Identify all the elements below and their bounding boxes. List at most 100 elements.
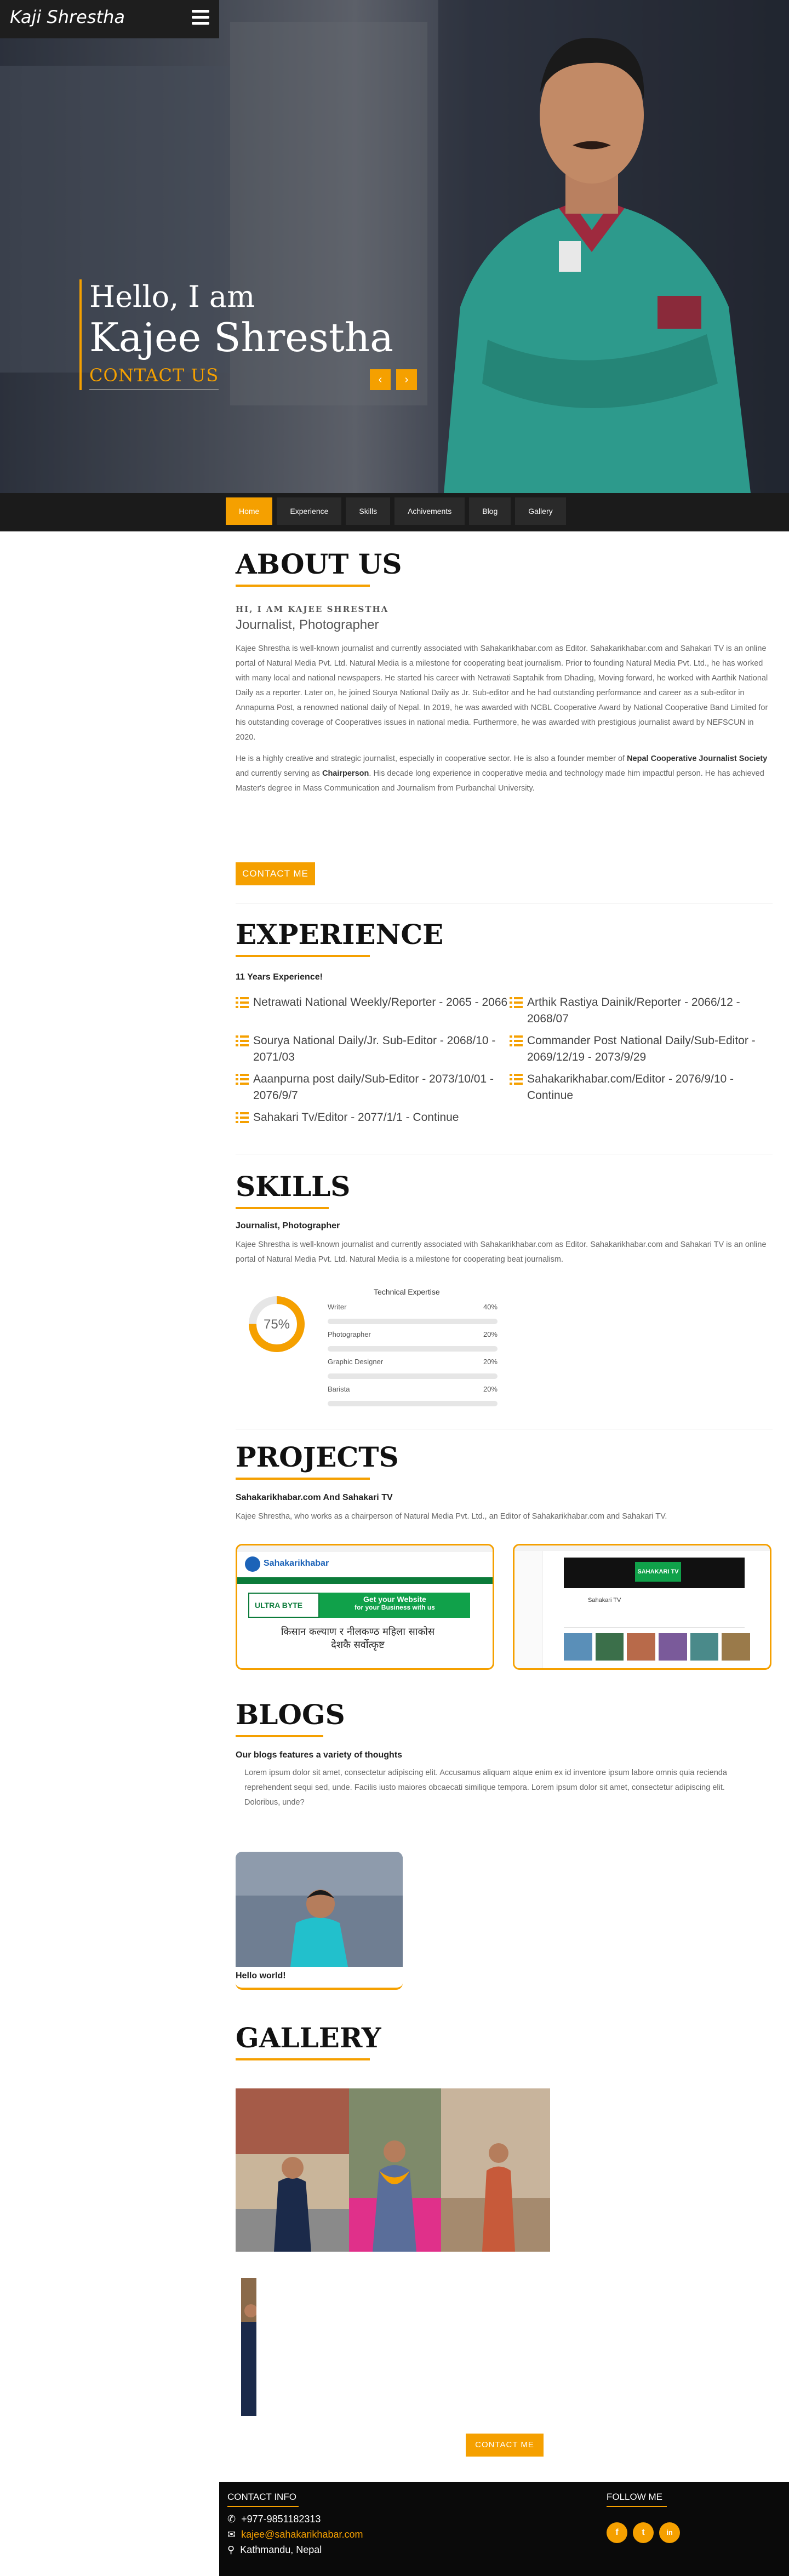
twitter-icon[interactable]: t — [633, 2522, 654, 2543]
skill-ring-chart: 75% — [249, 1296, 305, 1352]
skill-bar: Photographer 20% — [328, 1330, 498, 1352]
list-icon — [510, 1035, 523, 1046]
about-section: ABOUT US HI, I AM KAJEE SHRESTHA Journal… — [236, 548, 773, 796]
list-icon — [510, 997, 523, 1008]
contact-info-title: CONTACT INFO — [227, 2492, 296, 2502]
project-card-sahakarikhabar[interactable]: Sahakarikhabar ULTRA BYTE Get your Websi… — [236, 1544, 494, 1670]
follow-me-title: FOLLOW ME — [607, 2492, 663, 2502]
chevron-right-icon: › — [404, 374, 409, 386]
tv-logo: SAHAKARI TV — [635, 1562, 681, 1582]
gallery-contact-button[interactable]: CONTACT ME — [466, 2434, 544, 2457]
skills-role: Journalist, Photographer — [236, 1221, 340, 1230]
project-card-sahakari-tv[interactable]: SAHAKARI TV Sahakari TV — [513, 1544, 771, 1670]
blogs-text: Lorem ipsum dolor sit amet, consectetur … — [244, 1768, 727, 1807]
blogs-title: BLOGS — [236, 1698, 345, 1731]
gallery-photo-2 — [349, 2088, 441, 2252]
skill-bar: Writer 40% — [328, 1303, 498, 1324]
brand-bar: Kaji Shrestha — [0, 0, 219, 38]
list-icon — [236, 997, 249, 1008]
about-title: ABOUT US — [236, 548, 402, 580]
experience-list: Netrawati National Weekly/Reporter - 206… — [236, 994, 773, 1126]
menu-icon[interactable] — [192, 10, 209, 26]
projects-subtitle: Sahakarikhabar.com And Sahakari TV — [236, 1493, 393, 1502]
blog-post-title[interactable]: Hello world! — [236, 1971, 286, 1981]
footer: CONTACT INFO ✆ +977-9851182313 ✉ kajee@sah… — [219, 2482, 789, 2576]
footer-phone[interactable]: ✆ +977-9851182313 — [227, 2514, 321, 2525]
experience-years: 11 Years Experience! — [236, 972, 323, 982]
experience-item: Sahakari Tv/Editor - 2077/1/1 - Continue — [236, 1109, 510, 1126]
hero-text: Hello, I am Kajee Shrestha CONTACT US — [79, 279, 393, 390]
mail-icon: ✉ — [227, 2529, 236, 2540]
nav-gallery[interactable]: Gallery — [515, 497, 566, 525]
instagram-icon[interactable]: in — [659, 2522, 680, 2543]
hero-greeting: Hello, I am — [89, 279, 255, 314]
chevron-left-icon: ‹ — [378, 374, 382, 386]
experience-item: Sahakarikhabar.com/Editor - 2076/9/10 - … — [510, 1071, 773, 1104]
projects-underline — [236, 1478, 370, 1480]
hero-banner — [0, 0, 789, 493]
skills-underline — [236, 1207, 329, 1209]
gallery-photo-1 — [236, 2088, 349, 2252]
contact-me-button[interactable]: CONTACT ME — [236, 862, 315, 885]
facebook-icon[interactable]: f — [607, 2522, 627, 2543]
blogs-underline — [236, 1735, 323, 1737]
about-paragraph-1: Kajee Shrestha is well-known journalist … — [236, 644, 768, 742]
site-logo[interactable]: Kaji Shrestha — [10, 7, 125, 27]
hero-contact-link[interactable]: CONTACT US — [89, 365, 219, 390]
experience-section: EXPERIENCE 11 Years Experience! Netrawat… — [236, 918, 773, 1126]
nav-blog[interactable]: Blog — [469, 497, 511, 525]
tech-expertise-title: Technical Expertise — [374, 1287, 440, 1296]
headline-line-2: देशकै सर्वोत्कृष्ट — [331, 1639, 385, 1651]
contact-underline — [227, 2506, 299, 2507]
experience-item: Commander Post National Daily/Sub-Editor… — [510, 1033, 773, 1066]
follow-underline — [607, 2506, 667, 2507]
gallery-underline — [236, 2058, 370, 2060]
blogs-subtitle: Our blogs features a variety of thoughts — [236, 1750, 403, 1760]
nav-experience[interactable]: Experience — [277, 497, 342, 525]
footer-email[interactable]: ✉ kajee@sahakarikhabar.com — [227, 2529, 363, 2540]
phone-icon: ✆ — [227, 2514, 236, 2525]
list-icon — [236, 1035, 249, 1046]
blog-post-image — [236, 1852, 403, 1967]
about-role: Journalist, Photographer — [236, 617, 379, 632]
slider-prev-button[interactable]: ‹ — [370, 369, 391, 390]
section-nav-items: Home Experience Skills Achivements Blog … — [226, 497, 566, 525]
projects-title: PROJECTS — [236, 1441, 399, 1473]
ad-line-2: for your Business with us — [355, 1604, 435, 1611]
site-logo: Sahakarikhabar — [264, 1559, 329, 1568]
experience-item: Netrawati National Weekly/Reporter - 206… — [236, 994, 510, 1027]
experience-item: Aaanpurna post daily/Sub-Editor - 2073/1… — [236, 1071, 510, 1104]
gallery-photo-partial — [241, 2278, 256, 2416]
hero-name: Kajee Shrestha — [89, 314, 394, 360]
skills-text: Kajee Shrestha is well-known journalist … — [236, 1240, 767, 1264]
ad-line-1: Get your Website — [363, 1595, 426, 1604]
nav-home[interactable]: Home — [226, 497, 273, 525]
footer-address: ⚲ Kathmandu, Nepal — [227, 2544, 322, 2555]
gallery-section: GALLERY — [236, 2022, 773, 2060]
gallery-photo-3 — [441, 2088, 550, 2252]
experience-item: Sourya National Daily/Jr. Sub-Editor - 2… — [236, 1033, 510, 1066]
skills-title: SKILLS — [236, 1170, 351, 1203]
gallery-grid — [236, 2088, 550, 2252]
list-icon — [236, 1074, 249, 1085]
portrait-photo — [444, 38, 751, 493]
about-kicker: HI, I AM KAJEE SHRESTHA — [236, 604, 389, 614]
ad-brand: ULTRA BYTE — [248, 1593, 319, 1618]
slider-next-button[interactable]: › — [396, 369, 417, 390]
skill-bar: Barista 20% — [328, 1385, 498, 1406]
projects-section: PROJECTS Sahakarikhabar.com And Sahakari… — [236, 1441, 773, 1524]
experience-item: Arthik Rastiya Dainik/Reporter - 2066/12… — [510, 994, 773, 1027]
about-paragraph-2: He is a highly creative and strategic jo… — [236, 754, 768, 793]
about-underline — [236, 585, 370, 587]
blogs-section: BLOGS Our blogs features a variety of th… — [236, 1698, 773, 1810]
blog-card[interactable]: Hello world! — [236, 1852, 403, 1990]
list-icon — [510, 1074, 523, 1085]
nav-skills[interactable]: Skills — [346, 497, 391, 525]
experience-underline — [236, 955, 370, 957]
headline-line-1: किसान कल्याण र नीलकण्ठ महिला साकोस — [281, 1626, 435, 1638]
skills-section: SKILLS Journalist, Photographer Kajee Sh… — [236, 1170, 773, 1411]
skill-ring-label: 75% — [264, 1317, 290, 1332]
location-icon: ⚲ — [227, 2544, 235, 2555]
nav-achievements[interactable]: Achivements — [395, 497, 465, 525]
list-icon — [236, 1112, 249, 1123]
